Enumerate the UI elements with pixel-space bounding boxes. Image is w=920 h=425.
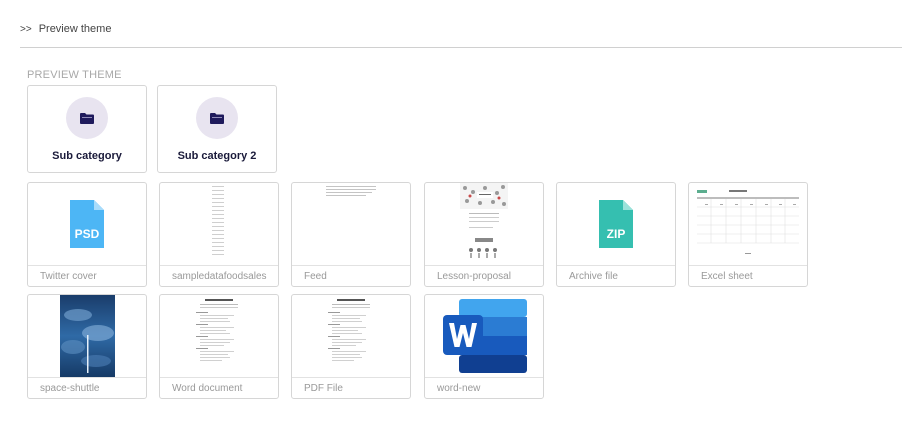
file-name: PDF File (292, 377, 410, 398)
breadcrumb-label[interactable]: Preview theme (39, 23, 112, 35)
file-type-label: ZIP (606, 227, 626, 241)
file-type-label: PSD (74, 227, 100, 241)
file-card[interactable]: PDF File (291, 294, 411, 399)
category-card[interactable]: Sub category 2 (157, 85, 277, 173)
folder-icon (196, 97, 238, 139)
resume-preview (292, 295, 410, 377)
file-card[interactable]: space-shuttle (27, 294, 147, 399)
photo-preview (28, 295, 146, 377)
lesson-preview (425, 183, 543, 265)
category-label: Sub category 2 (177, 150, 257, 162)
section-title: PREVIEW THEME (27, 69, 122, 81)
file-name: Lesson-proposal (425, 265, 543, 286)
breadcrumb: >> Preview theme (20, 23, 111, 35)
file-name: Archive file (557, 265, 675, 286)
breadcrumb-separator: >> (20, 23, 32, 35)
calendar-preview (689, 183, 807, 265)
file-card[interactable]: Lesson-proposal (424, 182, 544, 287)
file-card[interactable]: Feed (291, 182, 411, 287)
file-name: space-shuttle (28, 377, 146, 398)
file-card[interactable]: PSD Twitter cover (27, 182, 147, 287)
folder-icon (66, 97, 108, 139)
file-name: Twitter cover (28, 265, 146, 286)
spreadsheet-preview (160, 183, 278, 265)
file-name: sampledatafoodsales (160, 265, 278, 286)
resume-preview (160, 295, 278, 377)
psd-icon: PSD (28, 183, 146, 265)
divider (20, 47, 902, 48)
file-card[interactable]: sampledatafoodsales (159, 182, 279, 287)
file-name: Word document (160, 377, 278, 398)
file-name: word-new (425, 377, 543, 398)
file-name: Excel sheet (689, 265, 807, 286)
file-card[interactable]: Excel sheet (688, 182, 808, 287)
zip-icon: ZIP (557, 183, 675, 265)
file-name: Feed (292, 265, 410, 286)
file-card[interactable]: word-new (424, 294, 544, 399)
word-icon (425, 295, 543, 377)
file-card[interactable]: Word document (159, 294, 279, 399)
text-preview (292, 183, 410, 265)
category-card[interactable]: Sub category (27, 85, 147, 173)
file-card[interactable]: ZIP Archive file (556, 182, 676, 287)
category-label: Sub category (52, 150, 122, 162)
